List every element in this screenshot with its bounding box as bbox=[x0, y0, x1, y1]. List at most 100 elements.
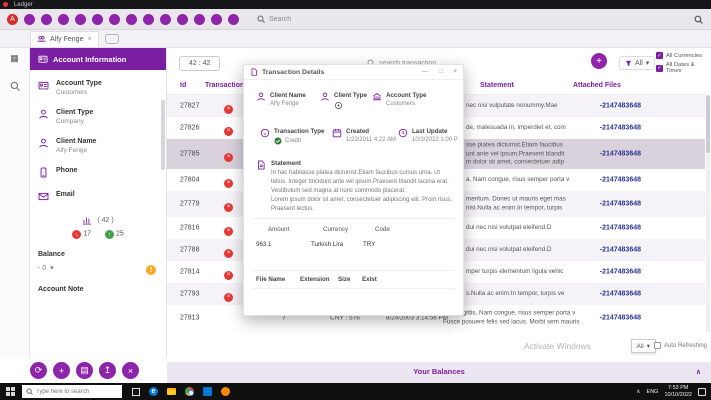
export-button[interactable]: ↥ bbox=[99, 362, 116, 379]
edge-icon[interactable]: e bbox=[149, 387, 158, 396]
toolbar-button-1[interactable] bbox=[24, 13, 35, 25]
auto-refresh-checkbox[interactable]: Auto Refreshing bbox=[653, 342, 707, 349]
chrome-icon[interactable] bbox=[185, 387, 194, 396]
dialog-title-bar[interactable]: Transaction Details — □ × bbox=[244, 65, 463, 80]
global-search[interactable] bbox=[257, 15, 694, 23]
detail-transaction-type: Transaction Type Credit bbox=[260, 128, 324, 145]
email-icon bbox=[38, 192, 49, 201]
toolbar-button-12[interactable] bbox=[211, 13, 222, 25]
account-info-icon bbox=[38, 55, 48, 63]
cell-attached-files: -2147483648 bbox=[599, 246, 641, 254]
add-transaction-button[interactable]: + bbox=[591, 53, 607, 69]
scrollbar-thumb[interactable] bbox=[706, 95, 710, 153]
column-statement[interactable]: Statement bbox=[480, 82, 514, 89]
toolbar-button-9[interactable] bbox=[160, 13, 171, 25]
user-avatar[interactable]: A bbox=[7, 13, 18, 25]
chevron-down-icon: ▾ bbox=[645, 60, 650, 67]
balance-label: Balance bbox=[38, 251, 65, 258]
taskbar-search-input[interactable] bbox=[36, 388, 116, 395]
cell-id: 27827 bbox=[180, 102, 200, 110]
checkbox-all-currencies[interactable]: ✓ All Currencies bbox=[656, 52, 711, 59]
minimize-button[interactable]: — bbox=[422, 69, 428, 75]
your-balances-bar[interactable]: Your Balances ∧ bbox=[167, 362, 711, 381]
search-icon[interactable] bbox=[694, 15, 703, 24]
cell-id: 27788 bbox=[180, 246, 200, 254]
extension-column[interactable]: Extension bbox=[300, 276, 338, 283]
balance-selector[interactable]: - 0 ▾ bbox=[38, 264, 158, 273]
tab-alfy-fenge[interactable]: Alfy Fenge × bbox=[30, 30, 99, 47]
dialog-body: Client Name Alfy Fenge Client Type Accoun… bbox=[244, 80, 463, 316]
maximize-button[interactable]: □ bbox=[439, 69, 443, 75]
cell-attached-files: -2147483648 bbox=[599, 314, 641, 322]
cell-attached-files: -2147483648 bbox=[599, 150, 641, 158]
chevron-down-icon[interactable]: ▾ bbox=[50, 264, 54, 272]
exist-column[interactable]: Exist bbox=[362, 276, 392, 283]
collapse-icon[interactable]: ∧ bbox=[696, 368, 701, 376]
toolbar-button-2[interactable] bbox=[41, 13, 52, 25]
column-attached-files[interactable]: Attached Files bbox=[573, 82, 621, 89]
code-value: TRY bbox=[363, 241, 376, 248]
toolbar-button-4[interactable] bbox=[75, 13, 86, 25]
warning-icon: ! bbox=[146, 265, 156, 275]
field-phone: Phone bbox=[38, 167, 158, 178]
field-account-type: Account Type Customers bbox=[38, 80, 158, 96]
detail-value: Customers bbox=[386, 101, 416, 107]
code-label: Code bbox=[375, 226, 390, 233]
cell-statement: mentum. Donec ut mauris eget mas nisl.Nu… bbox=[466, 195, 566, 212]
language-indicator[interactable]: ENG bbox=[647, 389, 659, 395]
filter-dropdown[interactable]: All ▾ bbox=[619, 56, 656, 70]
taskbar-search[interactable] bbox=[22, 385, 122, 398]
title-bar: Ledger bbox=[0, 0, 711, 9]
apps-grid-icon[interactable]: ▦ bbox=[10, 54, 19, 63]
detail-label: Created bbox=[346, 128, 370, 135]
refresh-button[interactable]: ⟳ bbox=[30, 362, 47, 379]
task-view-button[interactable] bbox=[132, 387, 140, 396]
toolbar-button-13[interactable] bbox=[228, 13, 239, 25]
size-column[interactable]: Size bbox=[338, 276, 362, 283]
toolbar-button-10[interactable] bbox=[177, 13, 188, 25]
toolbar-button-8[interactable] bbox=[143, 13, 154, 25]
media-player-icon[interactable] bbox=[221, 387, 230, 396]
stats-total: ( 42 ) bbox=[97, 216, 114, 224]
toolbar-button-7[interactable] bbox=[126, 13, 137, 25]
detail-account-type: Account Type Customers bbox=[372, 92, 426, 107]
close-icon[interactable]: × bbox=[87, 36, 91, 43]
toolbar-button-5[interactable] bbox=[92, 13, 103, 25]
transaction-details-dialog: Transaction Details — □ × Client Name Alf… bbox=[243, 64, 464, 316]
account-info-header: Account Information bbox=[30, 48, 166, 70]
notification-icon[interactable] bbox=[698, 387, 706, 396]
cell-attached-files: -2147483648 bbox=[599, 102, 641, 110]
taskbar-clock[interactable]: 7:53 PM 10/10/2022 bbox=[664, 385, 692, 399]
search-input[interactable] bbox=[269, 15, 569, 23]
page-size-dropdown[interactable]: All ▾ bbox=[630, 339, 656, 353]
record-range[interactable]: 42 : 42 bbox=[179, 56, 221, 71]
archive-button[interactable]: ▤ bbox=[76, 362, 93, 379]
panel-title: Account Information bbox=[53, 54, 127, 64]
column-id[interactable]: Id bbox=[180, 82, 186, 89]
toolbar-button-11[interactable] bbox=[194, 13, 205, 25]
document-icon bbox=[258, 160, 265, 170]
balances-label: Your Balances bbox=[413, 367, 465, 376]
toolbar-button-6[interactable] bbox=[109, 13, 120, 25]
tray-expand-icon[interactable]: ∧ bbox=[636, 388, 640, 395]
table-scrollbar[interactable] bbox=[706, 95, 710, 333]
sidebar-scrollbar[interactable] bbox=[161, 100, 165, 170]
add-button[interactable]: + bbox=[53, 362, 70, 379]
field-label: Client Name bbox=[56, 138, 97, 145]
new-tab-button[interactable] bbox=[104, 33, 119, 44]
search-icon[interactable] bbox=[10, 81, 20, 91]
toolbar-button-3[interactable] bbox=[58, 13, 69, 25]
store-icon[interactable] bbox=[203, 387, 212, 396]
phone-icon bbox=[40, 167, 47, 178]
amount-value: 963.1 bbox=[256, 241, 272, 248]
close-button[interactable]: × bbox=[453, 69, 457, 75]
cell-id: 27804 bbox=[180, 176, 200, 184]
close-button[interactable]: × bbox=[122, 362, 139, 379]
folder-icon[interactable] bbox=[167, 388, 176, 395]
start-button[interactable] bbox=[6, 386, 16, 397]
field-label: Email bbox=[56, 191, 75, 198]
field-label: Phone bbox=[56, 167, 78, 174]
file-name-column[interactable]: File Name bbox=[256, 276, 300, 283]
activate-windows-watermark: Activate Windows bbox=[523, 341, 591, 351]
checkbox-all-dates[interactable]: ✓ All Dates & Times bbox=[656, 62, 711, 74]
